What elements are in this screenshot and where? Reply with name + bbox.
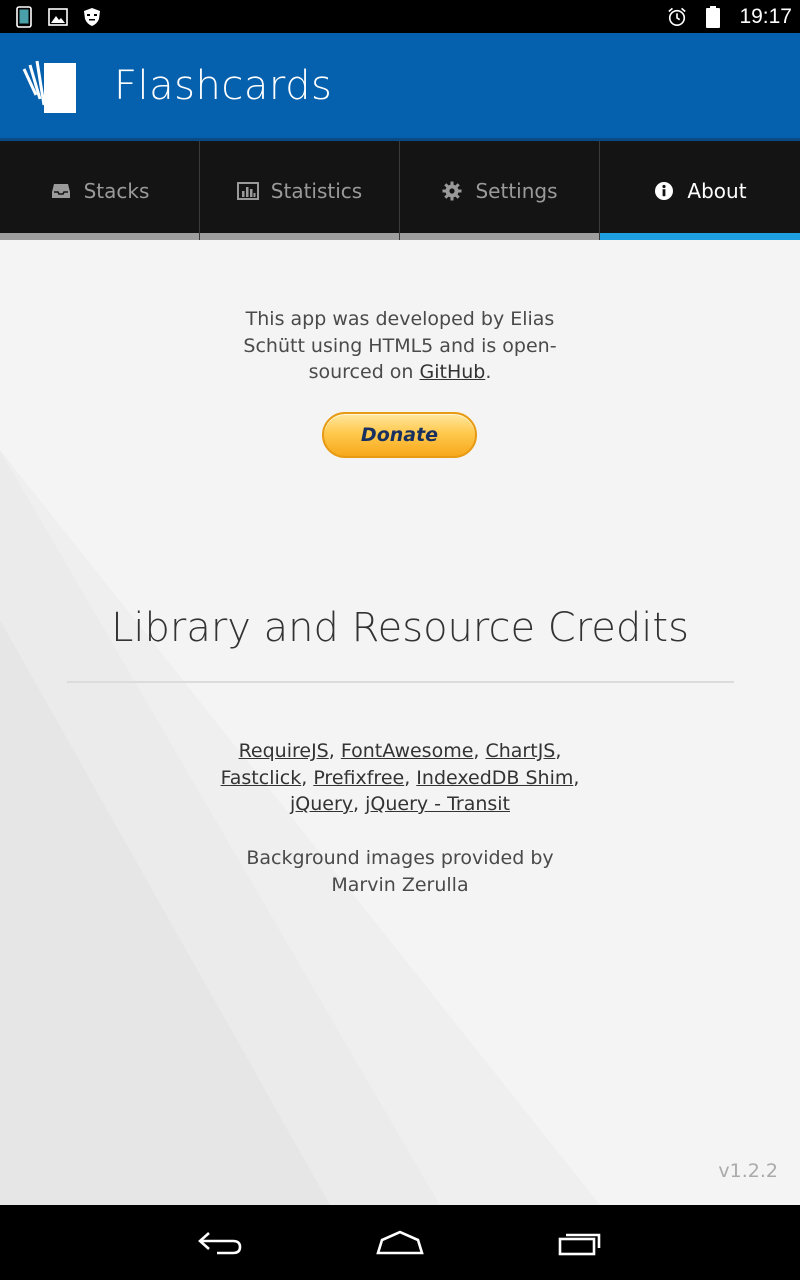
separator: , — [555, 740, 562, 762]
alarm-icon — [667, 7, 687, 27]
separator: , — [573, 766, 580, 789]
tab-label: About — [687, 178, 747, 203]
tab-indicator-active — [600, 233, 800, 240]
intro-line: sourced on GitHub. — [230, 359, 570, 386]
tab-label: Stacks — [83, 178, 150, 203]
library-links: RequireJS, FontAwesome, ChartJS, Fastcli… — [0, 738, 800, 818]
donate-button[interactable]: Donate — [322, 412, 477, 458]
app-title: Flashcards — [114, 62, 333, 109]
background-credit-line: Background images provided by — [246, 847, 554, 869]
inbox-icon — [50, 180, 72, 202]
library-link-chartjs[interactable]: ChartJS — [485, 740, 555, 762]
separator: , — [404, 766, 417, 789]
separator: , — [353, 793, 366, 815]
version-label: v1.2.2 — [718, 1160, 778, 1182]
separator: , — [328, 740, 341, 762]
info-icon — [653, 180, 675, 202]
donate-label: Donate — [360, 424, 439, 446]
library-link-jquery[interactable]: jQuery — [290, 793, 353, 815]
tablet-icon — [14, 5, 34, 28]
back-icon[interactable] — [190, 1223, 250, 1263]
cards-logo-icon — [22, 55, 82, 117]
tab-label: Statistics — [270, 178, 363, 203]
library-link-requirejs[interactable]: RequireJS — [239, 740, 329, 762]
tab-indicator — [0, 233, 199, 240]
intro-line: Schütt using HTML5 and is open- — [243, 334, 557, 357]
tab-label: Settings — [475, 178, 558, 203]
separator: , — [301, 766, 314, 789]
tab-indicator — [200, 233, 399, 240]
intro-line: This app was developed by Elias — [245, 308, 555, 330]
tab-settings[interactable]: Settings — [400, 141, 600, 240]
tab-indicator — [400, 233, 599, 240]
gear-icon — [441, 180, 463, 202]
library-link-fontawesome[interactable]: FontAwesome — [341, 740, 474, 762]
credits-title: Library and Resource Credits — [111, 605, 689, 651]
app-bar: Flashcards — [0, 33, 800, 141]
home-icon[interactable] — [370, 1223, 430, 1263]
bar-chart-icon — [236, 180, 259, 202]
divider — [67, 681, 734, 683]
library-link-jquery-transit[interactable]: jQuery - Transit — [365, 793, 510, 815]
github-link[interactable]: GitHub — [420, 361, 486, 383]
separator: , — [473, 740, 486, 762]
intro-text-fragment: . — [485, 361, 492, 383]
intro-text-fragment: sourced on — [308, 361, 420, 383]
status-bar: 19:17 — [0, 0, 800, 33]
about-content: This app was developed by Elias Schütt u… — [0, 240, 800, 1205]
tab-bar: Stacks Statistics Settings About — [0, 141, 800, 240]
image-icon — [48, 7, 68, 27]
library-link-indexeddb-shim[interactable]: IndexedDB Shim — [416, 767, 573, 789]
background-credit-author: Marvin Zerulla — [331, 874, 469, 896]
library-link-fastclick[interactable]: Fastclick — [221, 767, 302, 789]
shield-icon — [82, 7, 102, 27]
tab-statistics[interactable]: Statistics — [200, 141, 400, 240]
library-link-prefixfree[interactable]: Prefixfree — [313, 767, 404, 789]
background-credit: Background images provided by Marvin Zer… — [0, 845, 800, 899]
navigation-bar — [0, 1205, 800, 1280]
tab-stacks[interactable]: Stacks — [0, 141, 200, 240]
status-time: 19:17 — [739, 4, 792, 28]
tab-about[interactable]: About — [600, 141, 800, 240]
battery-icon — [703, 5, 723, 28]
recent-apps-icon[interactable] — [550, 1223, 610, 1263]
intro-text: This app was developed by Elias Schütt u… — [0, 306, 800, 386]
